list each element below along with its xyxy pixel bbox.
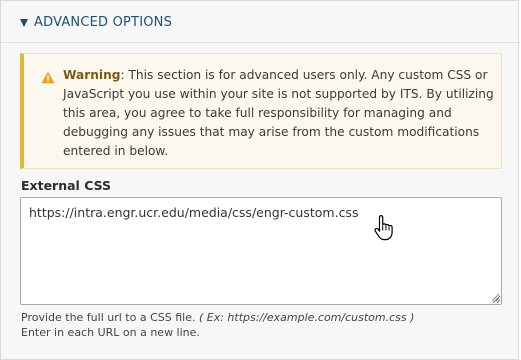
section-divider [1,42,520,43]
external-css-help: Provide the full url to a CSS file. ( Ex… [21,310,511,340]
warning-body: This section is for advanced users only.… [63,68,494,158]
warning-label: Warning [63,68,121,82]
advanced-options-panel: ADVANCED OPTIONS Warning: This section i… [0,0,520,360]
section-title: ADVANCED OPTIONS [34,14,173,30]
external-css-textarea[interactable]: https://intra.engr.ucr.edu/media/css/eng… [20,197,502,305]
resize-grip-icon[interactable] [490,292,500,302]
help-line-1: Provide the full url to a CSS file. ( Ex… [21,310,511,325]
help-line-1-example: ( Ex: https://example.com/custom.css ) [198,311,415,324]
help-line-1-prefix: Provide the full url to a CSS file. [21,311,199,324]
warning-triangle-icon [41,71,55,84]
warning-message: Warning: This section is for advanced us… [20,53,502,169]
advanced-options-toggle[interactable]: ADVANCED OPTIONS [20,12,172,32]
help-line-2: Enter in each URL on a new line. [21,326,200,339]
external-css-label: External CSS [21,178,112,193]
warning-text: Warning: This section is for advanced us… [63,66,495,161]
triangle-down-icon [20,18,28,27]
